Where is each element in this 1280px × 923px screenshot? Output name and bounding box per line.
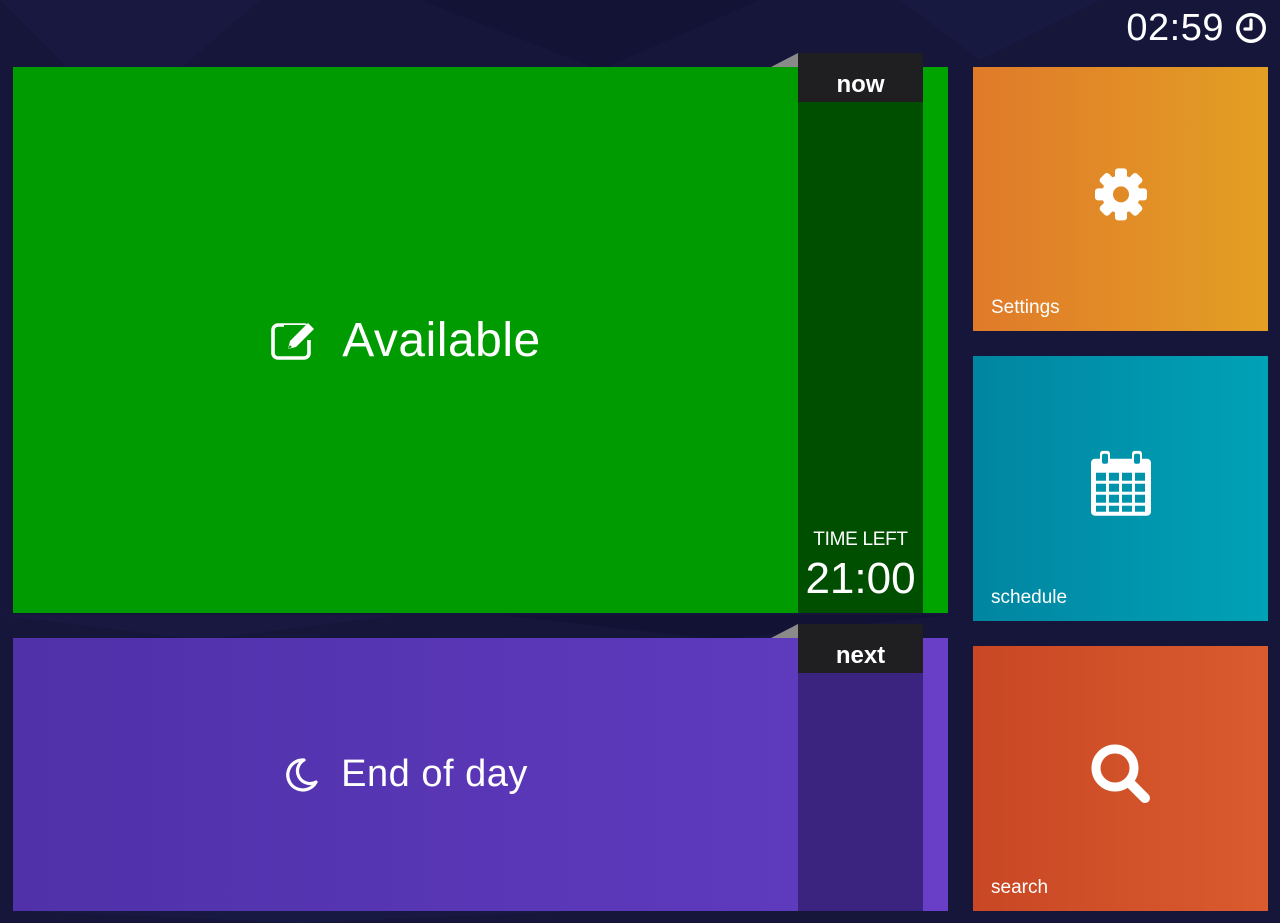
next-status-edge — [923, 638, 948, 911]
gear-icon — [1094, 168, 1147, 221]
search-label: search — [991, 877, 1049, 898]
edit-icon — [271, 323, 315, 360]
search-tile[interactable]: search — [973, 646, 1268, 911]
next-status-label: End of day — [341, 753, 528, 795]
time-left-panel: TIME LEFT 21:00 — [798, 67, 923, 613]
tab-next: next — [798, 624, 923, 673]
tab-fold — [771, 624, 798, 638]
calendar-icon — [1090, 450, 1151, 516]
moon-icon — [286, 757, 318, 792]
current-status-edge — [923, 67, 948, 613]
time-left-value: 21:00 — [805, 554, 916, 603]
clock-icon — [1236, 13, 1266, 43]
next-side-panel — [798, 638, 923, 911]
search-icon — [1091, 744, 1150, 803]
tab-now: now — [798, 53, 923, 102]
time-left-label: TIME LEFT — [813, 529, 908, 550]
tab-fold — [771, 53, 798, 67]
settings-tile[interactable]: Settings — [973, 67, 1268, 331]
schedule-tile[interactable]: schedule — [973, 356, 1268, 621]
current-status-label: Available — [342, 313, 541, 367]
next-status-tile[interactable]: End of day next — [13, 624, 948, 911]
next-status-main[interactable]: End of day — [13, 638, 798, 911]
time-left: TIME LEFT 21:00 — [798, 529, 923, 605]
current-status-main[interactable]: Available — [13, 67, 798, 613]
clock-time: 02:59 — [1126, 7, 1224, 49]
schedule-label: schedule — [991, 587, 1068, 608]
settings-label: Settings — [991, 297, 1060, 318]
current-status-tile[interactable]: Available TIME LEFT 21:00 now — [13, 53, 948, 613]
clock: 02:59 — [1126, 8, 1268, 48]
